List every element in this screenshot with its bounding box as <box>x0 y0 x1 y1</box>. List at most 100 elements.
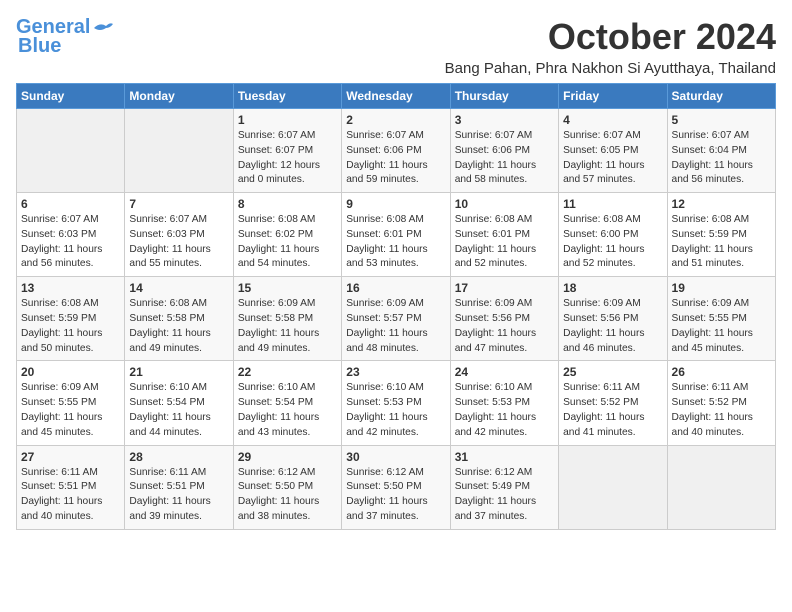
day-cell: 23 Sunrise: 6:10 AMSunset: 5:53 PMDayligh… <box>342 361 450 445</box>
day-info: Sunrise: 6:10 AMSunset: 5:53 PMDaylight:… <box>455 381 554 440</box>
day-number: 21 <box>129 365 228 379</box>
day-number: 1 <box>238 113 337 127</box>
day-info: Sunrise: 6:11 AMSunset: 5:52 PMDaylight:… <box>672 381 771 440</box>
day-info: Sunrise: 6:10 AMSunset: 5:53 PMDaylight:… <box>346 381 445 440</box>
day-info: Sunrise: 6:09 AMSunset: 5:58 PMDaylight:… <box>238 297 337 356</box>
col-header-sunday: Sunday <box>17 84 125 109</box>
col-header-wednesday: Wednesday <box>342 84 450 109</box>
calendar-table: SundayMondayTuesdayWednesdayThursdayFrid… <box>16 83 776 530</box>
day-info: Sunrise: 6:11 AMSunset: 5:51 PMDaylight:… <box>129 466 228 525</box>
day-info: Sunrise: 6:09 AMSunset: 5:56 PMDaylight:… <box>455 297 554 356</box>
day-info: Sunrise: 6:08 AMSunset: 6:01 PMDaylight:… <box>346 213 445 272</box>
day-number: 13 <box>21 281 120 295</box>
week-row-3: 13 Sunrise: 6:08 AMSunset: 5:59 PMDayligh… <box>17 277 776 361</box>
day-cell: 15 Sunrise: 6:09 AMSunset: 5:58 PMDayligh… <box>233 277 341 361</box>
day-cell: 3Sunrise: 6:07 AMSunset: 6:06 PMDaylight… <box>450 109 558 193</box>
day-info: Sunrise: 6:08 AMSunset: 6:00 PMDaylight:… <box>563 213 662 272</box>
day-number: 31 <box>455 450 554 464</box>
week-row-4: 20Sunrise: 6:09 AMSunset: 5:55 PMDayligh… <box>17 361 776 445</box>
day-info: Sunrise: 6:12 AMSunset: 5:50 PMDaylight:… <box>346 466 445 525</box>
day-info: Sunrise: 6:07 AMSunset: 6:03 PMDaylight:… <box>129 213 228 272</box>
day-info: Sunrise: 6:10 AMSunset: 5:54 PMDaylight:… <box>129 381 228 440</box>
day-cell <box>17 109 125 193</box>
day-number: 27 <box>21 450 120 464</box>
day-cell: 6Sunrise: 6:07 AMSunset: 6:03 PMDaylight… <box>17 193 125 277</box>
logo-blue: Blue <box>18 35 61 58</box>
day-cell <box>559 445 667 529</box>
day-number: 4 <box>563 113 662 127</box>
day-info: Sunrise: 6:12 AMSunset: 5:49 PMDaylight:… <box>455 466 554 525</box>
day-cell: 24Sunrise: 6:10 AMSunset: 5:53 PMDayligh… <box>450 361 558 445</box>
day-cell: 14Sunrise: 6:08 AMSunset: 5:58 PMDayligh… <box>125 277 233 361</box>
calendar-body: 1 Sunrise: 6:07 AMSunset: 6:07 PMDaylight… <box>17 109 776 530</box>
day-cell: 12 Sunrise: 6:08 AMSunset: 5:59 PMDayligh… <box>667 193 775 277</box>
day-info: Sunrise: 6:07 AMSunset: 6:07 PMDaylight:… <box>238 129 337 188</box>
day-cell: 25Sunrise: 6:11 AMSunset: 5:52 PMDayligh… <box>559 361 667 445</box>
day-number: 25 <box>563 365 662 379</box>
bird-icon <box>92 20 114 36</box>
day-cell: 5Sunrise: 6:07 AMSunset: 6:04 PMDaylight… <box>667 109 775 193</box>
day-cell: 4 Sunrise: 6:07 AMSunset: 6:05 PMDaylight… <box>559 109 667 193</box>
day-info: Sunrise: 6:07 AMSunset: 6:05 PMDaylight:… <box>563 129 662 188</box>
day-info: Sunrise: 6:09 AMSunset: 5:55 PMDaylight:… <box>672 297 771 356</box>
day-info: Sunrise: 6:08 AMSunset: 5:59 PMDaylight:… <box>21 297 120 356</box>
day-cell: 19 Sunrise: 6:09 AMSunset: 5:55 PMDayligh… <box>667 277 775 361</box>
day-number: 18 <box>563 281 662 295</box>
day-number: 9 <box>346 197 445 211</box>
day-cell: 16 Sunrise: 6:09 AMSunset: 5:57 PMDayligh… <box>342 277 450 361</box>
day-cell: 9 Sunrise: 6:08 AMSunset: 6:01 PMDaylight… <box>342 193 450 277</box>
col-header-monday: Monday <box>125 84 233 109</box>
day-info: Sunrise: 6:07 AMSunset: 6:04 PMDaylight:… <box>672 129 771 188</box>
day-info: Sunrise: 6:08 AMSunset: 5:59 PMDaylight:… <box>672 213 771 272</box>
day-info: Sunrise: 6:09 AMSunset: 5:57 PMDaylight:… <box>346 297 445 356</box>
day-number: 20 <box>21 365 120 379</box>
day-cell: 2Sunrise: 6:07 AMSunset: 6:06 PMDaylight… <box>342 109 450 193</box>
col-header-thursday: Thursday <box>450 84 558 109</box>
day-info: Sunrise: 6:09 AMSunset: 5:56 PMDaylight:… <box>563 297 662 356</box>
day-number: 16 <box>346 281 445 295</box>
day-info: Sunrise: 6:08 AMSunset: 6:01 PMDaylight:… <box>455 213 554 272</box>
day-cell: 26 Sunrise: 6:11 AMSunset: 5:52 PMDayligh… <box>667 361 775 445</box>
day-number: 11 <box>563 197 662 211</box>
day-info: Sunrise: 6:07 AMSunset: 6:06 PMDaylight:… <box>346 129 445 188</box>
day-cell: 7 Sunrise: 6:07 AMSunset: 6:03 PMDaylight… <box>125 193 233 277</box>
day-number: 15 <box>238 281 337 295</box>
week-row-2: 6 Sunrise: 6:07 AMSunset: 6:03 PMDaylight… <box>17 193 776 277</box>
day-cell: 22 Sunrise: 6:10 AMSunset: 5:54 PMDayligh… <box>233 361 341 445</box>
day-cell: 28 Sunrise: 6:11 AMSunset: 5:51 PMDayligh… <box>125 445 233 529</box>
day-info: Sunrise: 6:11 AMSunset: 5:51 PMDaylight:… <box>21 466 120 525</box>
day-cell: 27 Sunrise: 6:11 AMSunset: 5:51 PMDayligh… <box>17 445 125 529</box>
week-row-5: 27 Sunrise: 6:11 AMSunset: 5:51 PMDayligh… <box>17 445 776 529</box>
day-number: 14 <box>129 281 228 295</box>
day-cell: 10 Sunrise: 6:08 AMSunset: 6:01 PMDayligh… <box>450 193 558 277</box>
day-info: Sunrise: 6:08 AMSunset: 6:02 PMDaylight:… <box>238 213 337 272</box>
day-info: Sunrise: 6:10 AMSunset: 5:54 PMDaylight:… <box>238 381 337 440</box>
day-number: 8 <box>238 197 337 211</box>
title-block: October 2024 Bang Pahan, Phra Nakhon Si … <box>445 16 776 77</box>
day-cell: 1 Sunrise: 6:07 AMSunset: 6:07 PMDaylight… <box>233 109 341 193</box>
day-number: 19 <box>672 281 771 295</box>
day-number: 12 <box>672 197 771 211</box>
day-number: 29 <box>238 450 337 464</box>
col-header-friday: Friday <box>559 84 667 109</box>
day-number: 26 <box>672 365 771 379</box>
location-text: Bang Pahan, Phra Nakhon Si Ayutthaya, Th… <box>445 60 776 77</box>
col-header-tuesday: Tuesday <box>233 84 341 109</box>
day-number: 10 <box>455 197 554 211</box>
day-number: 6 <box>21 197 120 211</box>
day-number: 28 <box>129 450 228 464</box>
day-cell: 20Sunrise: 6:09 AMSunset: 5:55 PMDayligh… <box>17 361 125 445</box>
day-cell: 13 Sunrise: 6:08 AMSunset: 5:59 PMDayligh… <box>17 277 125 361</box>
day-cell <box>667 445 775 529</box>
day-cell <box>125 109 233 193</box>
day-cell: 29Sunrise: 6:12 AMSunset: 5:50 PMDayligh… <box>233 445 341 529</box>
day-number: 7 <box>129 197 228 211</box>
week-row-1: 1 Sunrise: 6:07 AMSunset: 6:07 PMDaylight… <box>17 109 776 193</box>
day-cell: 17Sunrise: 6:09 AMSunset: 5:56 PMDayligh… <box>450 277 558 361</box>
month-title: October 2024 <box>445 16 776 58</box>
day-cell: 18 Sunrise: 6:09 AMSunset: 5:56 PMDayligh… <box>559 277 667 361</box>
day-number: 3 <box>455 113 554 127</box>
calendar-header-row: SundayMondayTuesdayWednesdayThursdayFrid… <box>17 84 776 109</box>
day-number: 23 <box>346 365 445 379</box>
day-number: 22 <box>238 365 337 379</box>
